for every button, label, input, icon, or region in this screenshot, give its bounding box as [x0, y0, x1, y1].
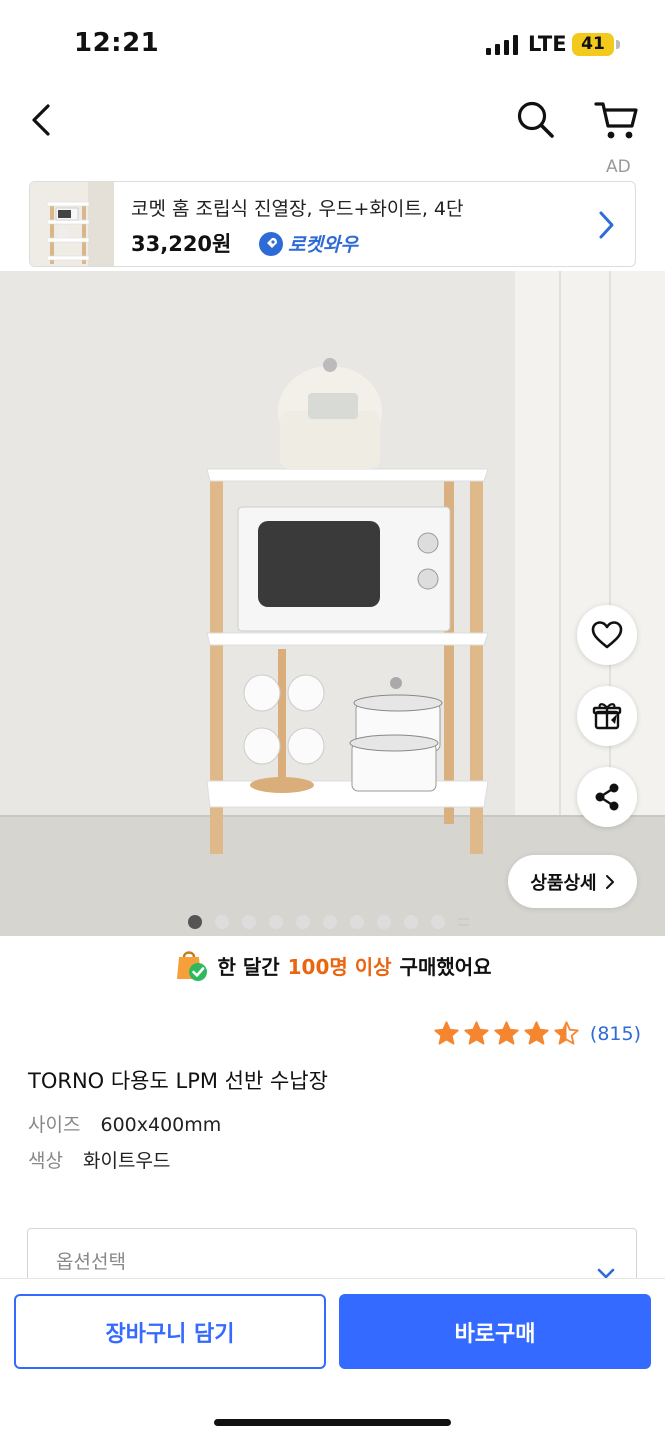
ad-banner[interactable]: 코멧 홈 조립식 진열장, 우드+화이트, 4단 33,220원 로켓와우: [29, 181, 636, 267]
pagination-dot[interactable]: [269, 915, 283, 929]
attribute-color: 색상 화이트우드: [28, 1146, 170, 1173]
purchase-count-note: 한 달간 100명 이상 구매했어요: [0, 940, 665, 990]
option-placeholder: 옵션선택: [56, 1251, 126, 1273]
status-time: 12:21: [74, 28, 160, 58]
purchase-prefix: 한 달간: [217, 954, 280, 979]
chevron-right-icon: [605, 874, 614, 889]
chevron-left-icon[interactable]: [22, 98, 62, 142]
search-icon[interactable]: [512, 96, 558, 142]
shopping-bag-check-icon: [177, 951, 208, 981]
chevron-right-icon: [599, 211, 614, 239]
star-icon: [554, 1021, 579, 1045]
pagination-dot[interactable]: [242, 915, 256, 929]
share-button[interactable]: [577, 767, 637, 827]
cart-icon[interactable]: [592, 96, 642, 142]
top-nav: [0, 90, 665, 150]
attribute-value: 화이트우드: [83, 1150, 171, 1172]
product-detail-label: 상품상세: [530, 872, 597, 894]
star-icon: [524, 1021, 549, 1045]
pagination-dot[interactable]: [431, 915, 445, 929]
attribute-value: 600x400mm: [100, 1114, 222, 1136]
pagination-dot[interactable]: [350, 915, 364, 929]
star-icon: [434, 1021, 459, 1045]
star-icon: [494, 1021, 519, 1045]
ad-price: 33,220원: [131, 232, 232, 256]
signal-icon: [486, 35, 518, 55]
gallery-pagination: [188, 915, 469, 931]
rocket-icon: [259, 231, 283, 256]
rocket-badge-label: 로켓와우: [288, 234, 358, 256]
gift-icon: [592, 703, 622, 730]
add-to-cart-button[interactable]: 장바구니 담기: [14, 1294, 326, 1369]
battery-tip: [616, 40, 620, 49]
product-detail-button[interactable]: 상품상세: [508, 855, 637, 908]
pagination-dot[interactable]: [404, 915, 418, 929]
status-bar: 12:21 LTE 41: [0, 0, 665, 90]
wishlist-button[interactable]: [577, 605, 637, 665]
battery-icon: 41: [572, 33, 614, 56]
product-rating[interactable]: (815): [433, 1020, 641, 1047]
gift-button[interactable]: [577, 686, 637, 746]
pagination-dot[interactable]: [377, 915, 391, 929]
heart-icon: [591, 621, 623, 649]
buy-now-button[interactable]: 바로구매: [339, 1294, 651, 1369]
ad-title: 코멧 홈 조립식 진열장, 우드+화이트, 4단: [131, 198, 464, 220]
pagination-dot[interactable]: [296, 915, 310, 929]
product-image: [0, 271, 665, 936]
pagination-dot[interactable]: [215, 915, 229, 929]
star-icon: [464, 1021, 489, 1045]
purchase-suffix: 구매했어요: [399, 954, 492, 979]
attribute-key: 색상: [28, 1150, 63, 1172]
ad-thumbnail: [30, 182, 114, 266]
bottom-action-bar: 장바구니 담기 바로구매: [0, 1278, 665, 1440]
purchase-highlight: 100명 이상: [287, 954, 392, 979]
share-icon: [595, 783, 619, 811]
pagination-dot[interactable]: [188, 915, 202, 929]
product-gallery[interactable]: [0, 271, 665, 936]
review-count[interactable]: (815): [590, 1023, 641, 1045]
pagination-dot[interactable]: [323, 915, 337, 929]
network-label: LTE: [528, 32, 567, 56]
home-indicator: [214, 1419, 451, 1426]
attribute-key: 사이즈: [28, 1114, 81, 1136]
rocket-badge: 로켓와우: [258, 230, 358, 257]
attribute-size: 사이즈 600x400mm: [28, 1110, 221, 1137]
ad-label: AD: [606, 157, 631, 177]
pagination-more-indicator: [458, 918, 469, 926]
product-name: TORNO 다용도 LPM 선반 수납장: [28, 1069, 328, 1093]
star-rating: [433, 1020, 580, 1047]
